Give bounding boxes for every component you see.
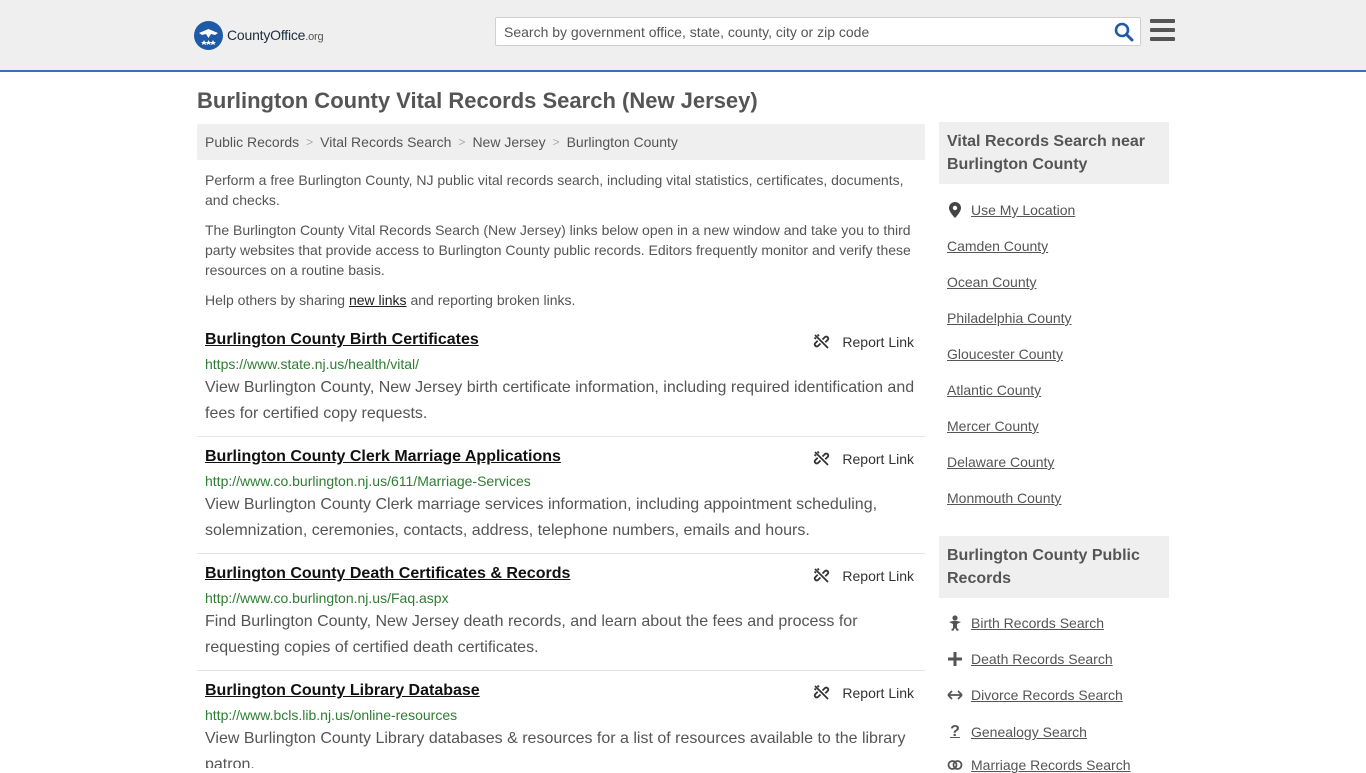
logo-tld: .org xyxy=(305,31,324,43)
share-paragraph: Help others by sharing new links and rep… xyxy=(205,292,576,308)
report-link-button[interactable]: Report Link xyxy=(813,567,914,584)
result-item: Burlington County Death Certificates & R… xyxy=(197,565,925,671)
breadcrumb-chevron-icon: > xyxy=(458,135,466,149)
use-my-location-link[interactable]: Use My Location xyxy=(947,202,1075,218)
nearby-county-link[interactable]: Gloucester County xyxy=(947,346,1063,362)
broken-link-icon xyxy=(814,567,830,583)
top-header: CountyOffice.org xyxy=(0,0,1366,72)
breadcrumb-county[interactable]: Burlington County xyxy=(567,134,678,150)
result-description: View Burlington County Library databases… xyxy=(205,730,906,768)
nearby-county-link[interactable]: Mercer County xyxy=(947,418,1039,434)
report-link-button[interactable]: Report Link xyxy=(813,333,914,350)
broken-link-icon xyxy=(814,684,830,700)
breadcrumb-vital-records[interactable]: Vital Records Search xyxy=(320,134,451,150)
disclaimer-paragraph: The Burlington County Vital Records Sear… xyxy=(205,222,911,278)
baby-icon xyxy=(947,615,963,631)
question-icon: ? xyxy=(950,723,960,740)
nearby-county-link[interactable]: Camden County xyxy=(947,238,1048,254)
nearby-county-link[interactable]: Ocean County xyxy=(947,274,1037,290)
divorce-records-link[interactable]: Divorce Records Search xyxy=(947,687,1123,703)
search-icon[interactable] xyxy=(1114,22,1134,42)
new-links-link[interactable]: new links xyxy=(349,292,407,308)
search-input[interactable] xyxy=(496,18,1106,45)
result-item: Burlington County Birth Certificates Rep… xyxy=(197,331,925,437)
breadcrumb-chevron-icon: > xyxy=(552,135,560,149)
logo-name: CountyOffice xyxy=(227,27,306,43)
nearby-county-link[interactable]: Monmouth County xyxy=(947,490,1061,506)
rings-icon xyxy=(947,759,963,771)
death-records-link[interactable]: Death Records Search xyxy=(947,651,1113,667)
report-link-button[interactable]: Report Link xyxy=(813,684,914,701)
result-description: View Burlington County Clerk marriage se… xyxy=(205,496,878,539)
site-logo[interactable]: CountyOffice.org xyxy=(194,20,324,50)
split-arrows-icon xyxy=(947,689,963,701)
result-item: Burlington County Clerk Marriage Applica… xyxy=(197,448,925,554)
genealogy-search-link[interactable]: ? Genealogy Search xyxy=(947,723,1087,741)
nearby-heading: Vital Records Search near Burlington Cou… xyxy=(939,122,1169,184)
hamburger-menu-icon[interactable] xyxy=(1150,19,1175,41)
nearby-county-link[interactable]: Atlantic County xyxy=(947,382,1041,398)
nearby-county-link[interactable]: Delaware County xyxy=(947,454,1054,470)
result-item: Burlington County Library Database Repor… xyxy=(197,682,925,768)
result-description: Find Burlington County, New Jersey death… xyxy=(205,613,858,656)
marriage-records-link[interactable]: Marriage Records Search xyxy=(947,757,1131,773)
location-pin-icon xyxy=(947,202,963,218)
breadcrumb-public-records[interactable]: Public Records xyxy=(205,134,299,150)
breadcrumb: Public Records > Vital Records Search > … xyxy=(197,124,925,160)
birth-records-link[interactable]: Birth Records Search xyxy=(947,615,1104,631)
broken-link-icon xyxy=(814,450,830,466)
logo-eagle-icon xyxy=(194,20,223,50)
result-title-link[interactable]: Burlington County Library Database xyxy=(205,682,480,700)
result-title-link[interactable]: Burlington County Clerk Marriage Applica… xyxy=(205,448,561,466)
result-title-link[interactable]: Burlington County Birth Certificates xyxy=(205,331,479,349)
nearby-county-link[interactable]: Philadelphia County xyxy=(947,310,1072,326)
breadcrumb-state[interactable]: New Jersey xyxy=(472,134,545,150)
breadcrumb-chevron-icon: > xyxy=(306,135,314,149)
result-url: http://www.co.burlington.nj.us/611/Marri… xyxy=(205,473,531,489)
cross-icon xyxy=(947,652,963,666)
result-title-link[interactable]: Burlington County Death Certificates & R… xyxy=(205,565,570,583)
result-url: http://www.bcls.lib.nj.us/online-resourc… xyxy=(205,707,458,723)
result-description: View Burlington County, New Jersey birth… xyxy=(205,379,915,422)
result-url: http://www.co.burlington.nj.us/Faq.aspx xyxy=(205,590,449,606)
report-link-button[interactable]: Report Link xyxy=(813,450,914,467)
intro-paragraph: Perform a free Burlington County, NJ pub… xyxy=(205,172,904,208)
broken-link-icon xyxy=(814,333,830,349)
public-records-heading: Burlington County Public Records xyxy=(939,536,1169,598)
search-box xyxy=(495,17,1141,46)
result-url: https://www.state.nj.us/health/vital/ xyxy=(205,356,419,372)
page-title: Burlington County Vital Records Search (… xyxy=(197,88,758,113)
